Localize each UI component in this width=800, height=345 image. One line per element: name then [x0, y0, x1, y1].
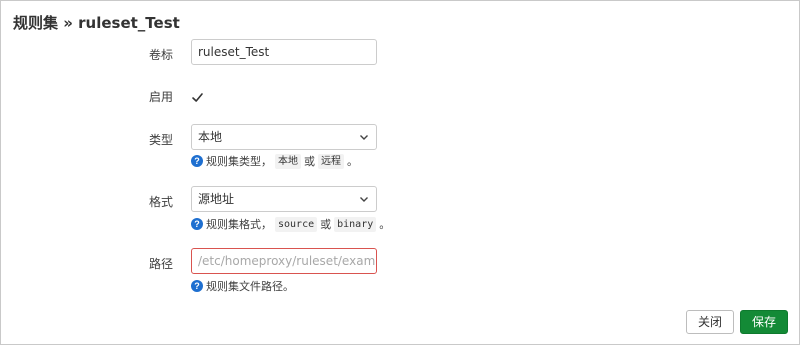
format-help-code-source: source: [275, 216, 318, 232]
checkmark-icon: [192, 93, 203, 102]
format-help-text: 规则集格式，: [206, 218, 272, 231]
path-input[interactable]: /etc/homeproxy/ruleset/example.js: [191, 248, 377, 274]
enabled-field-label: 启用: [148, 90, 173, 104]
dialog-title: 规则集 » ruleset_Test: [13, 14, 180, 32]
question-circle-icon: ?: [191, 218, 203, 230]
type-help-code-remote: 远程: [318, 153, 344, 169]
enabled-checkbox[interactable]: [191, 89, 204, 102]
question-circle-icon: ?: [191, 155, 203, 167]
save-button[interactable]: 保存: [740, 310, 788, 334]
format-help: ? 规则集格式， source 或 binary 。: [191, 216, 390, 232]
format-field-label: 格式: [148, 195, 173, 209]
path-input-placeholder: /etc/homeproxy/ruleset/example.js: [198, 254, 376, 268]
format-select-value: 源地址: [198, 192, 235, 206]
format-help-suffix: 。: [379, 218, 391, 231]
dialog: 规则集 » ruleset_Test 卷标 ruleset_Test 启用 类型…: [0, 0, 800, 345]
type-field-label: 类型: [148, 133, 173, 147]
format-help-or: 或: [320, 218, 332, 231]
format-select[interactable]: 源地址: [191, 186, 377, 212]
question-circle-icon: ?: [191, 280, 203, 292]
type-help-text: 规则集类型，: [206, 155, 272, 168]
path-help-text: 规则集文件路径。: [206, 280, 294, 293]
type-help-suffix: 。: [347, 155, 358, 168]
type-select[interactable]: 本地: [191, 124, 377, 150]
chevron-down-icon: [360, 135, 368, 140]
label-field-label: 卷标: [148, 48, 173, 62]
chevron-down-icon: [360, 197, 368, 202]
type-select-value: 本地: [198, 130, 223, 144]
format-help-code-binary: binary: [334, 216, 377, 232]
path-field-label: 路径: [148, 257, 173, 271]
close-button[interactable]: 关闭: [686, 310, 734, 334]
type-help-or: 或: [304, 155, 315, 168]
type-help: ? 规则集类型， 本地 或 远程 。: [191, 153, 358, 169]
type-help-code-local: 本地: [275, 153, 301, 169]
label-input[interactable]: ruleset_Test: [191, 39, 377, 65]
path-help: ? 规则集文件路径。: [191, 278, 294, 294]
